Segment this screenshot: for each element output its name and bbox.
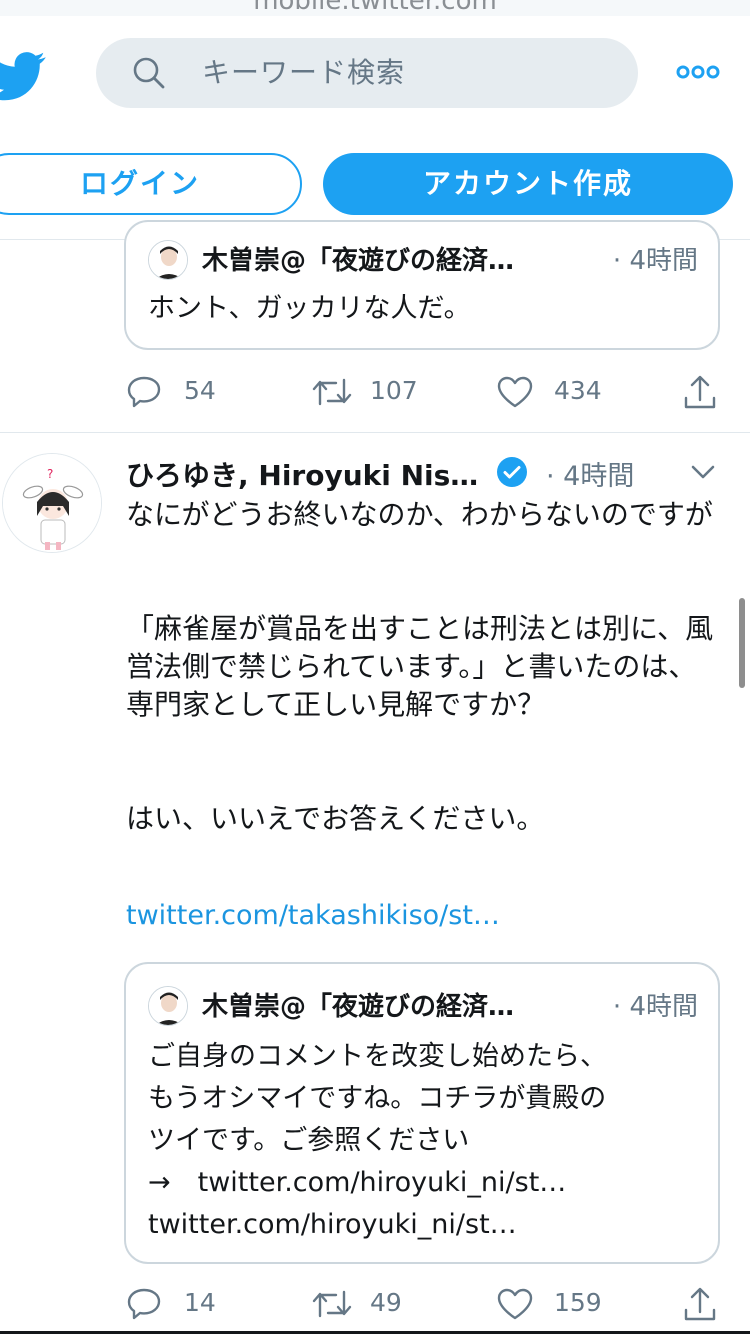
quoted-tweet-header: 木曽崇@「夜遊びの経済… · 4時間 (148, 986, 698, 1026)
quoted-tweet[interactable]: 木曽崇@「夜遊びの経済… · 4時間 ホント、ガッカリな人だ。 (124, 220, 720, 350)
quoted-tweet-text: ご自身のコメントを改変し始めたら、 もうオシマイですね。コチラが貴殿の ツイです… (148, 1036, 698, 1246)
quoted-timestamp: · 4時間 (612, 246, 698, 276)
browser-url-bar[interactable]: mobile.twitter.com (0, 0, 750, 16)
search-bar[interactable]: キーワード検索 (96, 38, 638, 108)
retweet-icon (312, 1290, 352, 1318)
like-count: 159 (554, 1288, 602, 1317)
reply-count: 54 (184, 376, 216, 405)
svg-text:?: ? (47, 467, 53, 481)
avatar (148, 240, 188, 280)
scrollbar[interactable] (739, 598, 745, 688)
avatar (148, 986, 188, 1026)
quoted-line: もうオシマイですね。コチラが貴殿の (148, 1083, 607, 1114)
url-text: mobile.twitter.com (253, 0, 497, 16)
quoted-tweet-header: 木曽崇@「夜遊びの経済… · 4時間 (148, 240, 698, 280)
tweet-text: なにがどうお終いなのか、わからないのですが 「麻雀屋が賞品を出すことは刑法とは別… (126, 496, 726, 838)
quoted-line: ご自身のコメントを改変し始めたら、 (148, 1041, 607, 1072)
tweet-line: 「麻雀屋が賞品を出すことは刑法とは別に、風営法側で禁じられています。」と書いたの… (126, 612, 714, 683)
quoted-line: ツイです。ご参照ください (148, 1125, 470, 1156)
login-button[interactable]: ログイン (0, 153, 302, 215)
retweet-count: 107 (370, 376, 418, 405)
share-icon (684, 1287, 716, 1321)
like-icon (497, 1288, 533, 1320)
reply-count: 14 (184, 1288, 216, 1317)
page: mobile.twitter.com キーワード検索 ログイン アカウント作成 (0, 0, 750, 1334)
reply-icon (127, 1288, 161, 1320)
tweet-actions: 54 107 434 (0, 368, 750, 418)
like-icon (497, 376, 533, 408)
share-icon (684, 375, 716, 409)
tweet-line (126, 724, 726, 762)
timestamp[interactable]: · 4時間 (546, 454, 634, 493)
avatar[interactable]: ? (2, 453, 102, 553)
author-name[interactable]: ひろゆき, Hiroyuki Nis… (126, 454, 478, 494)
quoted-author-name: 木曽崇@「夜遊びの経済… (202, 992, 515, 1022)
avatar-image: ? (3, 454, 101, 552)
twitter-bird-icon[interactable] (0, 46, 46, 106)
avatar-image (149, 241, 187, 279)
quoted-tweet-text: ホント、ガッカリな人だ。 (148, 293, 471, 324)
retweet-count: 49 (370, 1288, 402, 1317)
search-icon (133, 57, 165, 89)
signup-button[interactable]: アカウント作成 (323, 153, 733, 215)
search-input[interactable]: キーワード検索 (202, 38, 405, 108)
quoted-line: → twitter.com/hiroyuki_ni/st… (148, 1167, 567, 1198)
tweet-line: はい、いいえでお答えください。 (126, 802, 545, 835)
quoted-tweet[interactable]: 木曽崇@「夜遊びの経済… · 4時間 ご自身のコメントを改変し始めたら、 もうオ… (124, 962, 720, 1264)
tweet-link[interactable]: twitter.com/takashikiso/st… (126, 900, 500, 931)
top-bar: キーワード検索 ログイン アカウント作成 (0, 16, 750, 240)
tweet-line (126, 534, 726, 572)
tweet-line: 専門家として正しい見解ですか？ (126, 688, 546, 721)
tweet-line: なにがどうお終いなのか、わからないのですが (126, 498, 713, 531)
like-count: 434 (554, 376, 602, 405)
retweet-icon (312, 378, 352, 406)
tweet-divider (0, 432, 750, 433)
more-icon[interactable] (674, 62, 722, 82)
quoted-line: twitter.com/hiroyuki_ni/st… (148, 1209, 517, 1240)
verified-icon (497, 457, 527, 487)
quoted-author-name: 木曽崇@「夜遊びの経済… (202, 246, 515, 276)
tweet-actions: 14 49 159 (0, 1280, 750, 1330)
avatar-image (149, 987, 187, 1025)
chevron-down-icon[interactable] (690, 462, 716, 482)
reply-icon (127, 376, 161, 408)
quoted-timestamp: · 4時間 (612, 992, 698, 1022)
